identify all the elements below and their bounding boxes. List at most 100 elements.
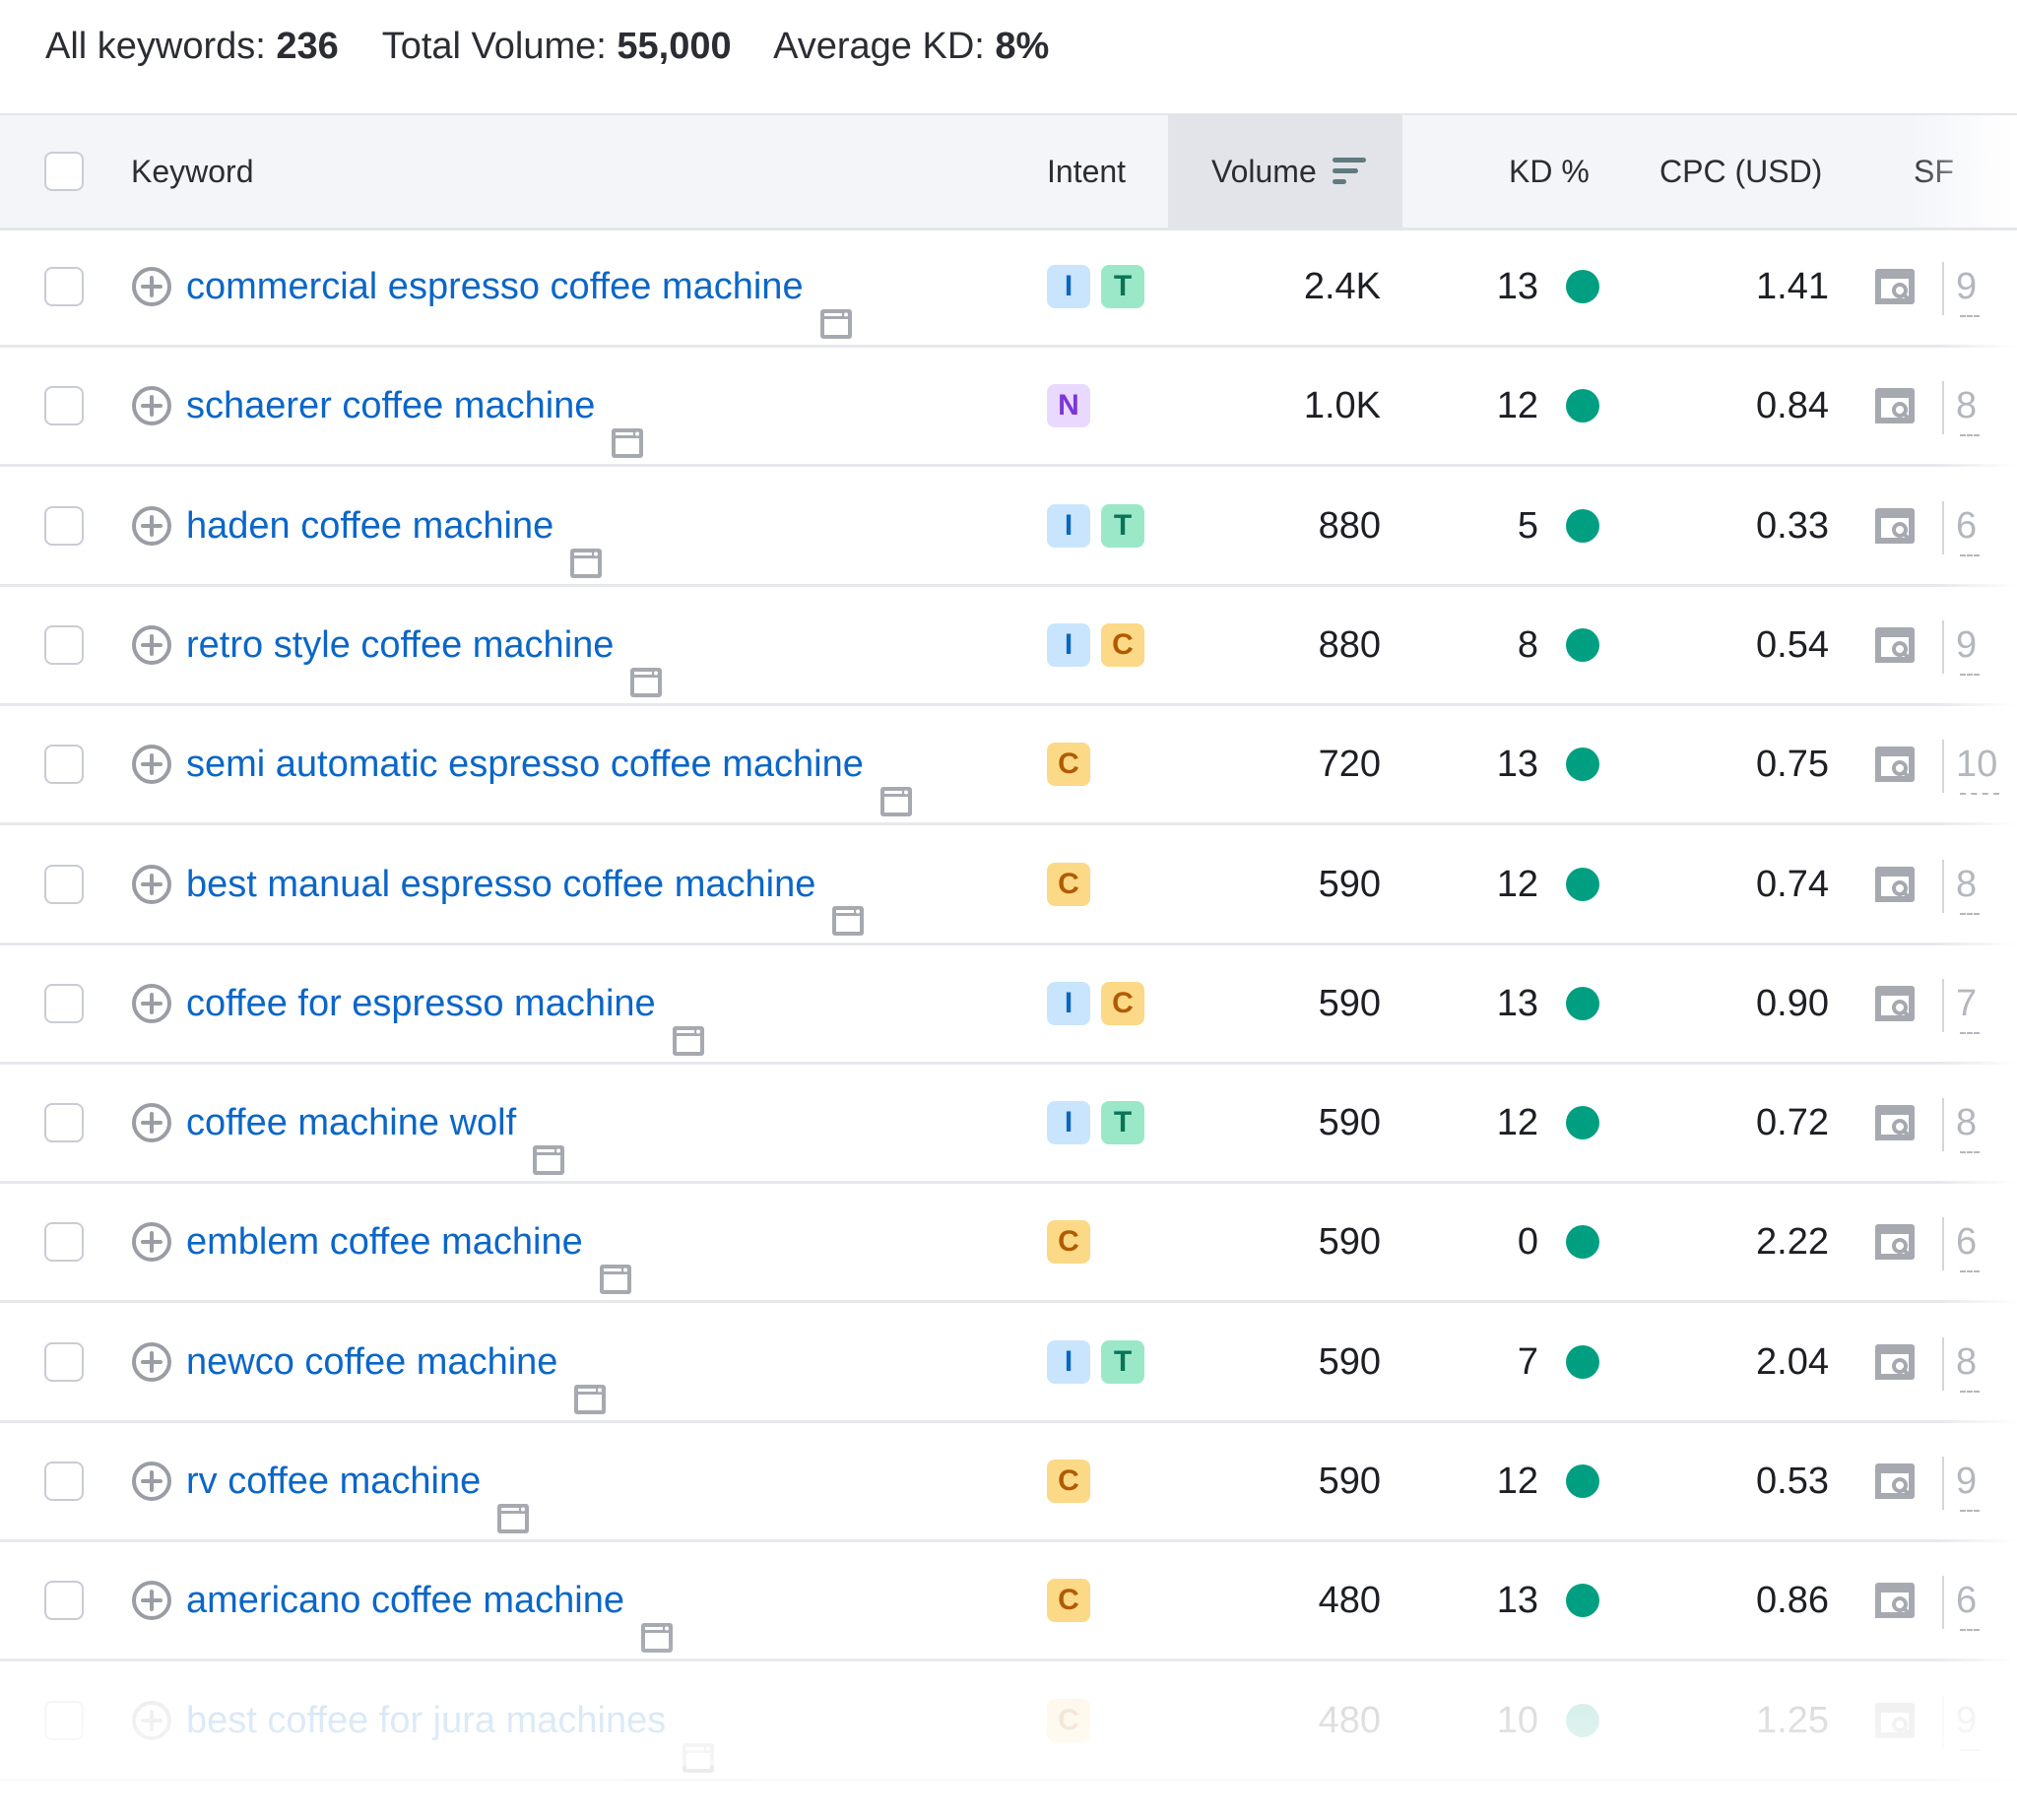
keyword-link[interactable]: retro style coffee machine: [186, 624, 614, 666]
add-to-list-icon[interactable]: [131, 505, 172, 547]
serp-snapshot-icon[interactable]: [831, 867, 865, 937]
add-to-list-icon[interactable]: [131, 1700, 172, 1741]
intent-badge-C[interactable]: C: [1101, 622, 1144, 667]
keyword-link[interactable]: emblem coffee machine: [186, 1221, 583, 1263]
serp-snapshot-icon[interactable]: [573, 1345, 607, 1414]
serp-features-icon[interactable]: [1873, 626, 1917, 664]
keyword-link[interactable]: rv coffee machine: [186, 1461, 481, 1502]
serp-snapshot-icon[interactable]: [879, 748, 913, 817]
column-header-intent[interactable]: Intent: [1047, 115, 1126, 228]
intent-badge-T[interactable]: T: [1101, 1339, 1144, 1384]
serp-features-icon[interactable]: [1873, 1582, 1917, 1619]
intent-badge-C[interactable]: C: [1047, 1220, 1090, 1265]
add-to-list-icon[interactable]: [131, 864, 172, 905]
row-checkbox[interactable]: [44, 1581, 84, 1621]
row-checkbox[interactable]: [44, 983, 84, 1023]
serp-features-icon[interactable]: [1873, 268, 1917, 305]
add-to-list-icon[interactable]: [131, 983, 172, 1024]
intent-badge-C[interactable]: C: [1047, 1698, 1090, 1742]
add-to-list-icon[interactable]: [131, 744, 172, 785]
keyword-link[interactable]: coffee machine wolf: [186, 1102, 516, 1143]
keyword-link[interactable]: haden coffee machine: [186, 505, 553, 547]
serp-features-icon[interactable]: [1873, 1343, 1917, 1381]
serp-snapshot-icon[interactable]: [819, 270, 853, 339]
serp-features-icon[interactable]: [1873, 1462, 1917, 1500]
sf-count[interactable]: 6: [1956, 1184, 1977, 1300]
sf-count[interactable]: 9: [1956, 1423, 1977, 1539]
row-checkbox[interactable]: [44, 864, 84, 904]
serp-snapshot-icon[interactable]: [640, 1584, 674, 1654]
keyword-link[interactable]: schaerer coffee machine: [186, 385, 595, 426]
row-checkbox[interactable]: [44, 1103, 84, 1143]
row-checkbox[interactable]: [44, 624, 84, 665]
intent-badge-I[interactable]: I: [1047, 265, 1090, 308]
keyword-link[interactable]: americano coffee machine: [186, 1580, 624, 1621]
keyword-link[interactable]: best coffee for jura machines: [186, 1700, 666, 1741]
serp-features-icon[interactable]: [1873, 1702, 1917, 1739]
add-to-list-icon[interactable]: [131, 1102, 172, 1143]
row-checkbox[interactable]: [44, 267, 84, 306]
intent-badge-C[interactable]: C: [1101, 981, 1144, 1025]
sf-count[interactable]: 8: [1956, 1065, 1977, 1181]
row-checkbox[interactable]: [44, 386, 84, 426]
intent-badge-C[interactable]: C: [1047, 862, 1090, 906]
serp-features-icon[interactable]: [1873, 1223, 1917, 1261]
intent-badge-T[interactable]: T: [1101, 1101, 1144, 1145]
column-header-keyword[interactable]: Keyword: [131, 115, 254, 228]
serp-snapshot-icon[interactable]: [569, 509, 603, 578]
serp-features-icon[interactable]: [1873, 1104, 1917, 1141]
keyword-link[interactable]: coffee for espresso machine: [186, 983, 656, 1024]
column-header-kd[interactable]: KD %: [1509, 115, 1590, 228]
sf-count[interactable]: 9: [1956, 587, 1977, 703]
serp-features-icon[interactable]: [1873, 985, 1917, 1022]
row-checkbox[interactable]: [44, 1222, 84, 1263]
sf-count[interactable]: 6: [1956, 1542, 1977, 1658]
serp-snapshot-icon[interactable]: [532, 1106, 565, 1176]
add-to-list-icon[interactable]: [131, 1341, 172, 1383]
column-header-volume[interactable]: Volume: [1211, 115, 1366, 228]
intent-badge-I[interactable]: I: [1047, 981, 1090, 1025]
serp-snapshot-icon[interactable]: [599, 1225, 632, 1295]
select-all-checkbox[interactable]: [44, 152, 84, 191]
intent-badge-T[interactable]: T: [1101, 265, 1144, 308]
serp-snapshot-icon[interactable]: [611, 389, 644, 459]
sf-count[interactable]: 8: [1956, 348, 1977, 464]
serp-features-icon[interactable]: [1873, 866, 1917, 903]
add-to-list-icon[interactable]: [131, 385, 172, 426]
intent-badge-C[interactable]: C: [1047, 743, 1090, 787]
row-checkbox[interactable]: [44, 1462, 84, 1501]
sf-count[interactable]: 8: [1956, 1304, 1977, 1420]
add-to-list-icon[interactable]: [131, 1580, 172, 1621]
serp-snapshot-icon[interactable]: [672, 987, 705, 1056]
add-to-list-icon[interactable]: [131, 266, 172, 307]
serp-features-icon[interactable]: [1873, 507, 1917, 545]
row-checkbox[interactable]: [44, 745, 84, 785]
row-checkbox[interactable]: [44, 505, 84, 546]
serp-snapshot-icon[interactable]: [496, 1464, 530, 1533]
row-checkbox[interactable]: [44, 1341, 84, 1382]
serp-snapshot-icon[interactable]: [682, 1704, 715, 1773]
add-to-list-icon[interactable]: [131, 1221, 172, 1263]
serp-snapshot-icon[interactable]: [629, 628, 663, 697]
sf-count[interactable]: 9: [1956, 228, 1977, 345]
sf-count[interactable]: 7: [1956, 945, 1977, 1062]
intent-badge-I[interactable]: I: [1047, 1101, 1090, 1145]
sf-count[interactable]: 9: [1956, 1662, 1977, 1779]
intent-badge-I[interactable]: I: [1047, 622, 1090, 667]
intent-badge-I[interactable]: I: [1047, 1339, 1090, 1384]
keyword-link[interactable]: best manual espresso coffee machine: [186, 864, 815, 905]
keyword-link[interactable]: newco coffee machine: [186, 1341, 557, 1383]
intent-badge-C[interactable]: C: [1047, 1460, 1090, 1503]
sf-count[interactable]: 10: [1956, 706, 1997, 822]
intent-badge-I[interactable]: I: [1047, 503, 1090, 548]
keyword-link[interactable]: commercial espresso coffee machine: [186, 266, 804, 307]
add-to-list-icon[interactable]: [131, 1461, 172, 1502]
add-to-list-icon[interactable]: [131, 624, 172, 666]
sf-count[interactable]: 6: [1956, 468, 1977, 584]
keyword-link[interactable]: semi automatic espresso coffee machine: [186, 744, 864, 785]
intent-badge-N[interactable]: N: [1047, 384, 1090, 428]
sort-descending-icon[interactable]: [1332, 157, 1366, 185]
intent-badge-C[interactable]: C: [1047, 1579, 1090, 1623]
serp-features-icon[interactable]: [1873, 387, 1917, 424]
serp-features-icon[interactable]: [1873, 746, 1917, 783]
